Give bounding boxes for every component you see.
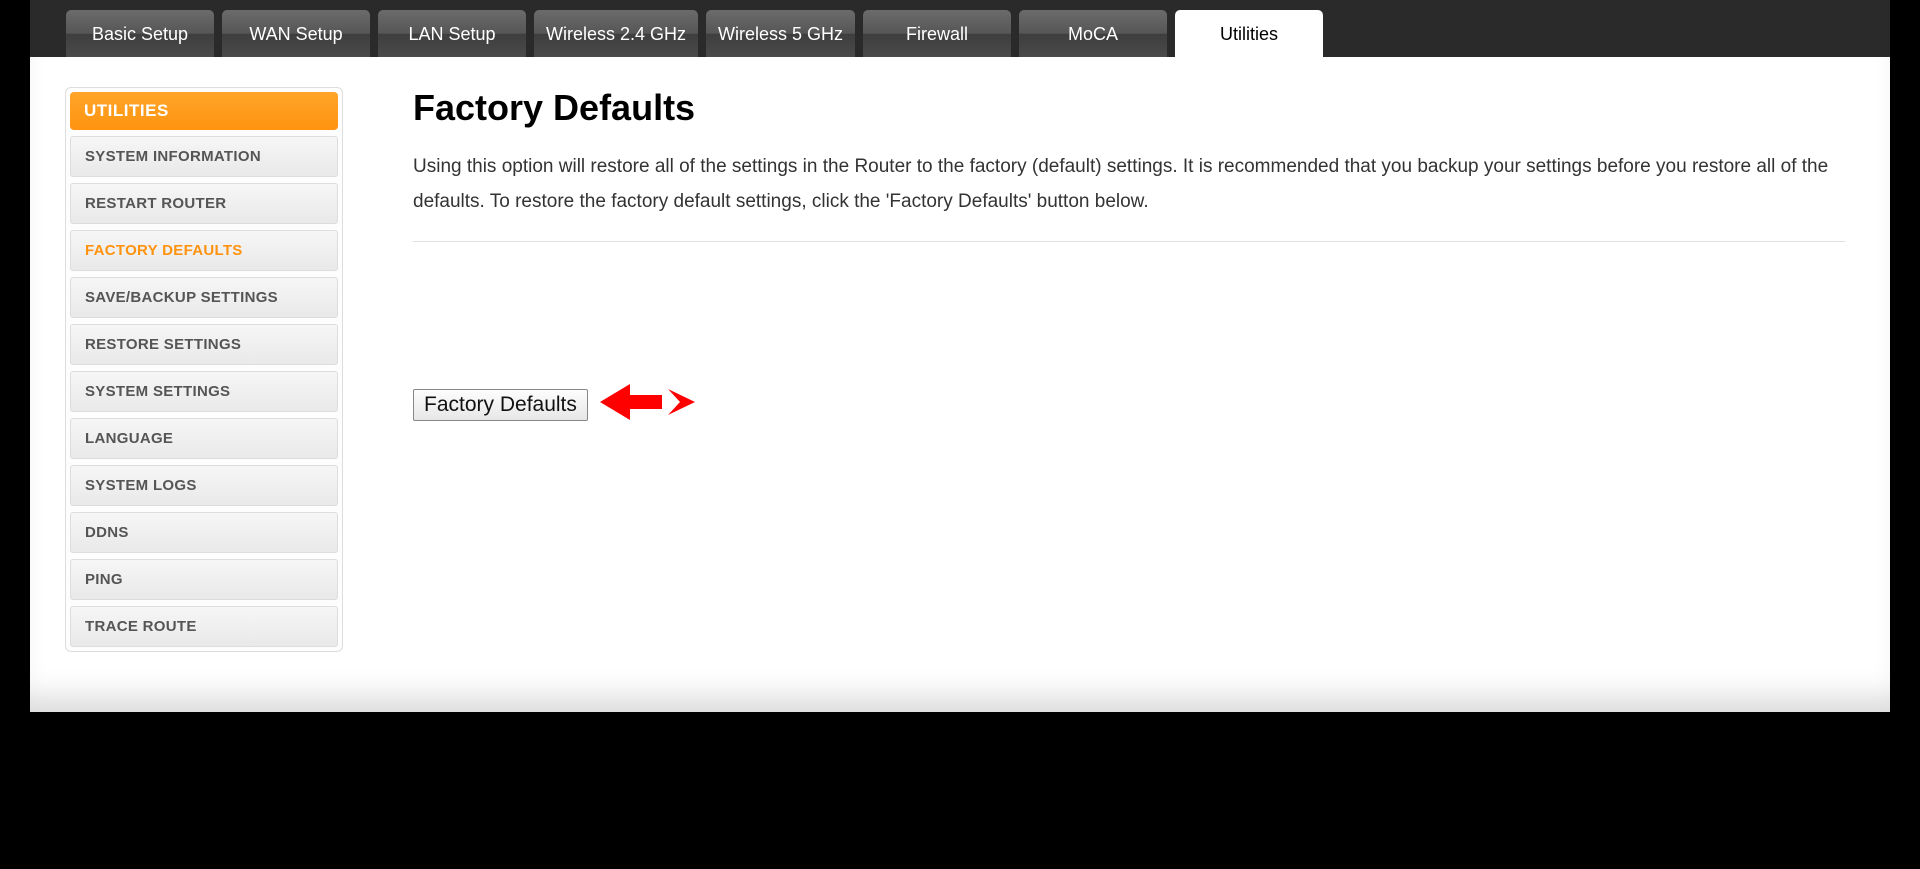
sidebar-item-ping[interactable]: PING — [70, 559, 338, 600]
sidebar-item-language[interactable]: LANGUAGE — [70, 418, 338, 459]
factory-defaults-button[interactable]: Factory Defaults — [413, 389, 588, 421]
action-row: Factory Defaults — [413, 382, 1845, 427]
tab-wireless-5[interactable]: Wireless 5 GHz — [705, 9, 856, 57]
page-description: Using this option will restore all of th… — [413, 149, 1845, 242]
tab-lan-setup[interactable]: LAN Setup — [377, 9, 527, 57]
tab-basic-setup[interactable]: Basic Setup — [65, 9, 215, 57]
tab-firewall[interactable]: Firewall — [862, 9, 1012, 57]
tab-wan-setup[interactable]: WAN Setup — [221, 9, 371, 57]
app-frame: Basic Setup WAN Setup LAN Setup Wireless… — [0, 0, 1920, 747]
top-tab-bar: Basic Setup WAN Setup LAN Setup Wireless… — [30, 0, 1890, 57]
tab-moca[interactable]: MoCA — [1018, 9, 1168, 57]
content-panel: UTILITIES SYSTEM INFORMATION RESTART ROU… — [30, 57, 1890, 712]
sidebar-item-restart-router[interactable]: RESTART ROUTER — [70, 183, 338, 224]
sidebar-item-system-logs[interactable]: SYSTEM LOGS — [70, 465, 338, 506]
sidebar-item-ddns[interactable]: DDNS — [70, 512, 338, 553]
sidebar-item-system-information[interactable]: SYSTEM INFORMATION — [70, 136, 338, 177]
page-title: Factory Defaults — [413, 87, 1845, 129]
main-content: Factory Defaults Using this option will … — [343, 87, 1855, 427]
arrow-left-icon — [600, 382, 695, 427]
tab-wireless-24[interactable]: Wireless 2.4 GHz — [533, 9, 699, 57]
sidebar: UTILITIES SYSTEM INFORMATION RESTART ROU… — [65, 87, 343, 652]
sidebar-item-system-settings[interactable]: SYSTEM SETTINGS — [70, 371, 338, 412]
sidebar-item-trace-route[interactable]: TRACE ROUTE — [70, 606, 338, 647]
sidebar-header: UTILITIES — [70, 92, 338, 130]
tab-utilities[interactable]: Utilities — [1174, 9, 1324, 57]
sidebar-item-save-backup-settings[interactable]: SAVE/BACKUP SETTINGS — [70, 277, 338, 318]
sidebar-item-restore-settings[interactable]: RESTORE SETTINGS — [70, 324, 338, 365]
sidebar-item-factory-defaults[interactable]: FACTORY DEFAULTS — [70, 230, 338, 271]
